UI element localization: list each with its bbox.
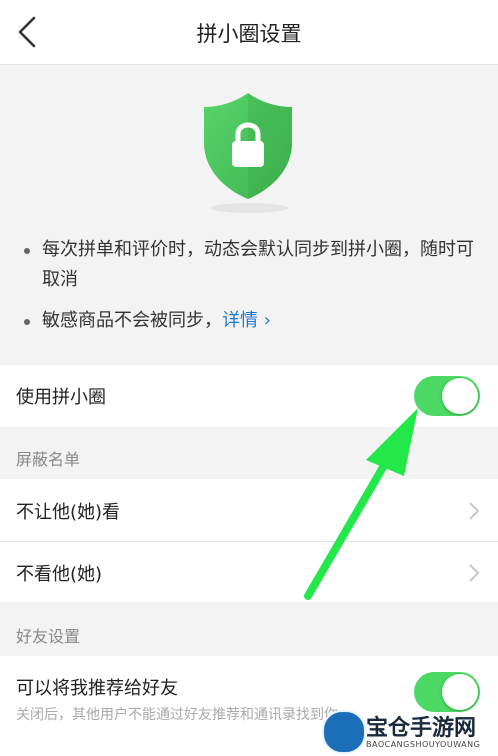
bullet-dot [24, 248, 30, 254]
shield-shadow [210, 203, 288, 213]
bullet-text: 敏感商品不会被同步， [42, 310, 222, 331]
use-pinxiaoquan-toggle[interactable] [414, 376, 480, 416]
watermark-logo-icon [322, 710, 366, 754]
toggle-knob [442, 674, 478, 710]
toggle-knob [442, 378, 478, 414]
nav-bar: 拼小圈设置 [0, 0, 498, 65]
bullet-dot [24, 319, 30, 325]
use-pinxiaoquan-row[interactable]: 使用拼小圈 [0, 365, 498, 427]
watermark-domain: BAOCANGSHOUYOUWANG [366, 740, 481, 749]
info-panel: 每次拼单和评价时，动态会默认同步到拼小圈，随时可取消 敏感商品不会被同步，详情 … [0, 65, 498, 363]
shield-lock-icon [204, 93, 292, 199]
block-item-label: 不看他(她) [16, 564, 103, 585]
recommend-toggle[interactable] [414, 672, 480, 712]
list-item[interactable]: 不让他(她)看 [0, 479, 498, 541]
friend-settings-header: 好友设置 [16, 627, 81, 646]
watermark: 宝仓手游网 BAOCANGSHOUYOUWANG [322, 708, 492, 754]
chevron-right-icon [469, 564, 480, 582]
page-title: 拼小圈设置 [196, 22, 302, 46]
use-pinxiaoquan-label: 使用拼小圈 [16, 387, 106, 408]
details-link[interactable]: 详情 › [222, 310, 271, 331]
list-item[interactable]: 不看他(她) [0, 542, 498, 602]
bullet-text: 每次拼单和评价时，动态会默认同步到拼小圈，随时可取消 [42, 239, 474, 290]
info-bullet: 每次拼单和评价时，动态会默认同步到拼小圈，随时可取消 [24, 235, 474, 295]
recommend-label: 可以将我推荐给好友 [16, 678, 178, 699]
watermark-name: 宝仓手游网 [366, 716, 477, 741]
block-list-header: 屏蔽名单 [16, 450, 81, 469]
block-item-label: 不让他(她)看 [16, 502, 121, 523]
info-bullet: 敏感商品不会被同步，详情 › [24, 306, 474, 336]
chevron-right-icon [469, 502, 480, 520]
